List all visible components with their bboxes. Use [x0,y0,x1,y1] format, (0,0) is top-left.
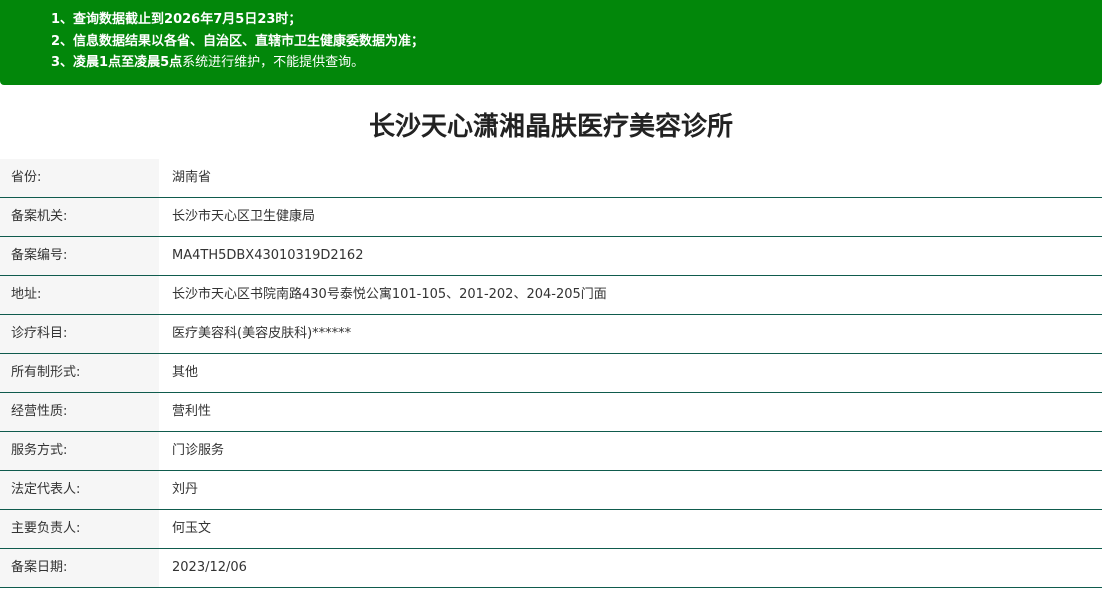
table-row-business-nature: 经营性质: 营利性 [0,393,1102,432]
row-value: 刘丹 [172,482,199,497]
notice-line-1: 1、查询数据截止到2026年7月5日23时； [51,9,1102,31]
table-row-service-mode: 服务方式: 门诊服务 [0,432,1102,471]
row-label: 备案编号: [0,237,159,275]
row-label: 省份: [0,159,159,197]
notice-banner: 1、查询数据截止到2026年7月5日23时； 2、信息数据结果以各省、自治区、直… [0,0,1102,85]
notice-line-2-prefix: 2、 [51,33,74,49]
notice-line-2-text: 信息数据结果以各省、自治区、直辖市卫生健康委数据为准； [73,33,425,49]
notice-line-2: 2、信息数据结果以各省、自治区、直辖市卫生健康委数据为准； [51,31,1102,53]
notice-line-1-text: 查询数据截止到2026年7月5日23时； [73,12,302,27]
row-value: 湖南省 [172,170,212,185]
notice-line-3-text: 系统进行维护，不能提供查询。 [182,55,365,70]
row-label: 地址: [0,276,159,314]
row-label: 诊疗科目: [0,315,159,353]
row-label: 经营性质: [0,393,159,431]
row-value: 长沙市天心区书院南路430号泰悦公寓101-105、201-202、204-20… [172,287,607,302]
row-value: 其他 [172,365,199,380]
table-row-filing-date: 备案日期: 2023/12/06 [0,549,1102,588]
table-row-principal: 主要负责人: 何玉文 [0,510,1102,549]
row-value: 何玉文 [172,521,212,536]
row-value: 医疗美容科(美容皮肤科)****** [172,326,352,341]
notice-line-3-bold-text: 凌晨1点至凌晨5点 [73,55,183,70]
row-label: 备案机关: [0,198,159,236]
row-label: 服务方式: [0,432,159,470]
notice-line-3-prefix: 3、 [51,55,74,70]
table-row-filing-authority: 备案机关: 长沙市天心区卫生健康局 [0,198,1102,237]
page-title: 长沙天心潇湘晶肤医疗美容诊所 [368,112,733,142]
row-label: 主要负责人: [0,510,159,548]
row-value: MA4TH5DBX43010319D2162 [172,248,364,263]
table-row-province: 省份: 湖南省 [0,159,1102,198]
row-value: 长沙市天心区卫生健康局 [172,209,316,224]
row-label: 备案日期: [0,549,159,587]
table-row-departments: 诊疗科目: 医疗美容科(美容皮肤科)****** [0,315,1102,354]
row-value: 2023/12/06 [172,560,247,575]
table-row-legal-representative: 法定代表人: 刘丹 [0,471,1102,510]
notice-line-3: 3、凌晨1点至凌晨5点系统进行维护，不能提供查询。 [51,52,1102,74]
row-label: 法定代表人: [0,471,159,509]
table-row-address: 地址: 长沙市天心区书院南路430号泰悦公寓101-105、201-202、20… [0,276,1102,315]
row-label: 所有制形式: [0,354,159,392]
table-row-filing-number: 备案编号: MA4TH5DBX43010319D2162 [0,237,1102,276]
table-row-ownership: 所有制形式: 其他 [0,354,1102,393]
row-value: 门诊服务 [172,443,225,458]
row-value: 营利性 [172,404,212,419]
notice-line-1-prefix: 1、 [51,12,74,27]
info-table: 省份: 湖南省 备案机关: 长沙市天心区卫生健康局 备案编号: MA4TH5DB… [0,159,1102,588]
